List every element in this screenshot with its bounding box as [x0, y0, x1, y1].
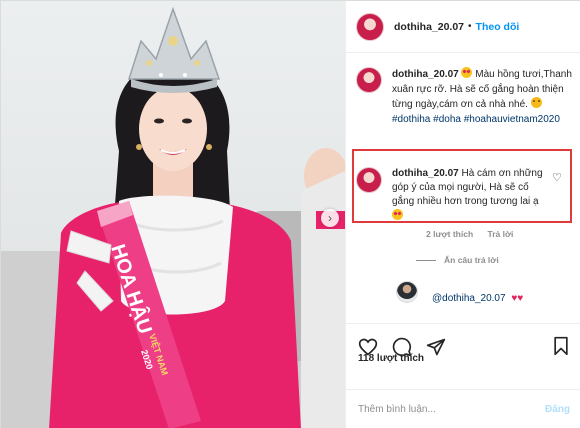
reply-avatar[interactable] — [396, 281, 418, 303]
caption-avatar[interactable] — [356, 67, 382, 93]
follow-button[interactable]: Theo dõi — [476, 21, 520, 33]
comment-body: dothiha_20.07 Hà cám ơn những góp ý của … — [392, 167, 552, 224]
separator-dot: • — [468, 21, 472, 32]
reply-mention[interactable]: @dothiha_20.07 — [432, 293, 506, 304]
post-header: dothiha_20.07 • Theo dõi — [346, 1, 580, 53]
add-comment-bar: Đăng — [346, 389, 580, 428]
caption-hashtags[interactable]: #dothiha #doha #hoahauvietnam2020 — [392, 114, 560, 125]
comment-avatar[interactable] — [356, 167, 382, 193]
header-username[interactable]: dothiha_20.07 — [394, 21, 464, 33]
comment-meta: 2 lượt thích Trả lời — [426, 229, 525, 239]
comment-likes[interactable]: 2 lượt thích — [426, 229, 473, 239]
caption-username[interactable]: dothiha_20.07 — [392, 69, 459, 80]
avatar[interactable] — [356, 12, 384, 41]
comment-input[interactable] — [358, 404, 545, 415]
post-photo: HOA HẬU VIỆT NAM 2020 › — [1, 1, 345, 428]
hide-replies-button[interactable]: Ẩn câu trả lời — [416, 255, 499, 265]
reply-hearts: ♥♥ — [511, 293, 524, 304]
photo-illustration: HOA HẬU VIỆT NAM 2020 — [1, 6, 345, 428]
comment: dothiha_20.07 Hà cám ơn những góp ý của … — [356, 167, 576, 224]
share-icon[interactable] — [426, 337, 446, 357]
bookmark-icon[interactable] — [552, 336, 570, 356]
divider-line — [416, 259, 436, 261]
small-heart-icon[interactable]: ♡ — [552, 171, 562, 184]
caption-body: dothiha_20.07 Màu hồng tươi,Thanh xuân r… — [392, 67, 572, 127]
heart-eyes-emoji-icon — [461, 67, 473, 78]
instagram-post-modal: HOA HẬU VIỆT NAM 2020 › dothiha_20.07 • … — [0, 0, 580, 428]
caption: dothiha_20.07 Màu hồng tươi,Thanh xuân r… — [356, 67, 576, 127]
hide-replies-label: Ẩn câu trả lời — [444, 255, 499, 265]
heart-eyes-emoji-icon — [392, 209, 403, 220]
likes-count[interactable]: 118 lượt thích — [358, 353, 424, 364]
chevron-right-icon[interactable]: › — [321, 209, 339, 227]
smile-emoji-icon — [530, 97, 542, 108]
reply-text: @dothiha_20.07 ♥♥ — [432, 293, 523, 304]
post-side-panel: dothiha_20.07 • Theo dõi dothiha_20.07 M… — [345, 1, 580, 428]
reply-button[interactable]: Trả lời — [488, 229, 514, 239]
post-comment-button[interactable]: Đăng — [545, 404, 570, 415]
comment-username[interactable]: dothiha_20.07 — [392, 168, 459, 179]
